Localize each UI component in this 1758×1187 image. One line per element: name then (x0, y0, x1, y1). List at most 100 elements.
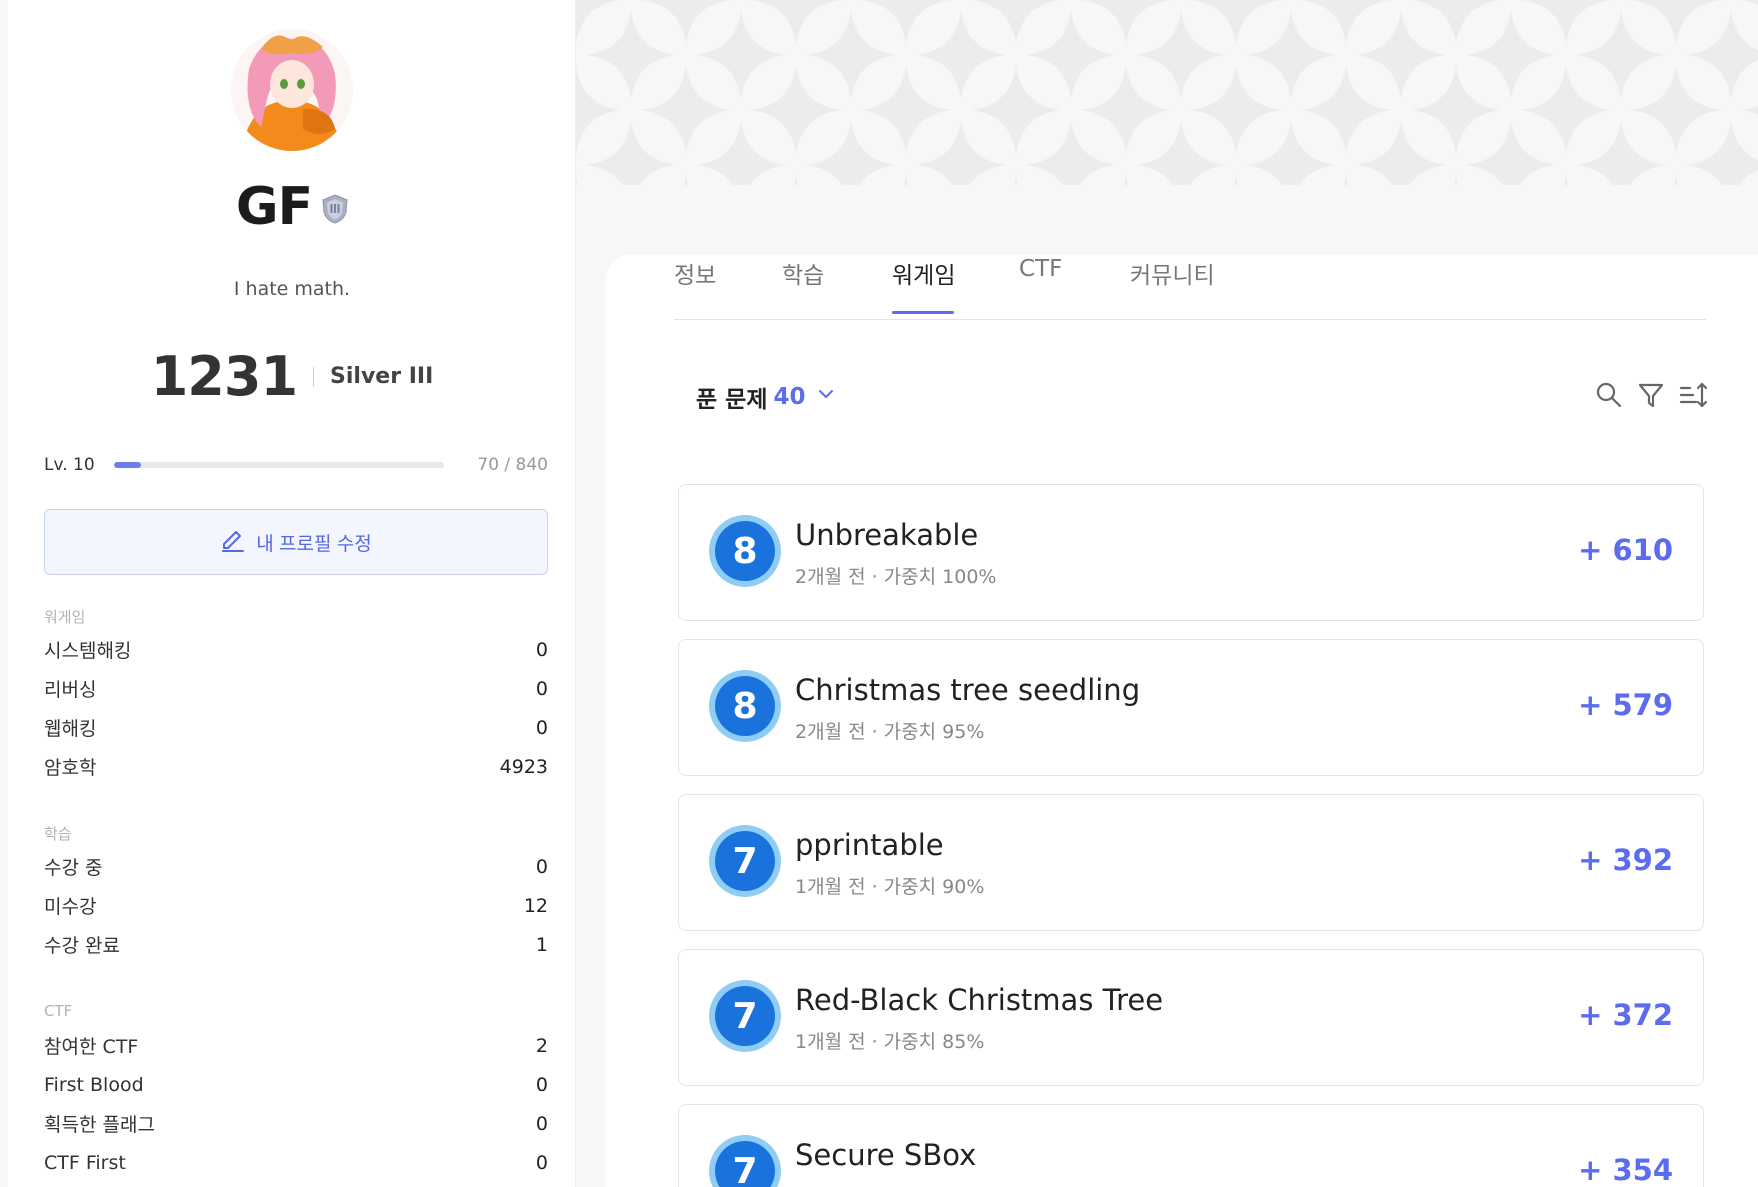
tab-wargame[interactable]: 워게임 (892, 256, 955, 290)
stat-value: 12 (523, 894, 548, 917)
shield-tier-icon (322, 186, 348, 228)
exp-progress-bar (114, 462, 444, 468)
stat-label: 참여한 CTF (44, 1036, 139, 1058)
problem-meta: 1개월 전 · 가중치 90% (795, 876, 985, 898)
stat-label: 리버싱 (44, 679, 97, 701)
stat-label: 획득한 플래그 (44, 1114, 155, 1136)
level-label: Lv. 10 (44, 455, 95, 475)
problem-title: Christmas tree seedling (795, 673, 1141, 707)
level-badge: 8 (709, 670, 781, 742)
stat-value: 4923 (499, 755, 548, 778)
problem-card[interactable]: 8 Christmas tree seedling 2개월 전 · 가중치 95… (678, 639, 1704, 776)
stat-row: 암호학 4923 (44, 747, 548, 786)
stat-value: 1 (535, 933, 548, 956)
level-number: 8 (715, 676, 775, 736)
exp-progress-fill (114, 462, 142, 468)
avatar (231, 29, 353, 151)
section-title: 워게임 (44, 608, 86, 626)
pencil-icon (220, 526, 246, 558)
stat-label: 웹해킹 (44, 718, 97, 740)
stat-value: 0 (535, 1073, 548, 1096)
stat-label: 수강 중 (44, 857, 103, 879)
stat-label: CTF First (44, 1151, 126, 1174)
problem-score: + 579 (1578, 688, 1673, 722)
profile-sidebar: GF I hate math. 1231 Silver III Lv. 10 7… (8, 0, 576, 1187)
rating-value: 1231 (150, 345, 298, 408)
problem-meta: 2개월 전 · 가중치 100% (795, 566, 997, 588)
tab-learning[interactable]: 학습 (782, 256, 824, 290)
problem-card[interactable]: 7 Secure SBox + 354 (678, 1104, 1704, 1187)
problem-score: + 392 (1578, 843, 1673, 877)
stat-row: 리버싱 0 (44, 669, 548, 708)
learning-stats: 학습 수강 중 0 미수강 12 수강 완료 1 (44, 823, 548, 964)
nickname: GF (235, 177, 313, 237)
stat-value: 2 (535, 1034, 548, 1057)
solved-count-dropdown[interactable]: 푼 문제 40 (696, 380, 836, 414)
filter-icon[interactable] (1636, 380, 1666, 414)
problem-meta: 1개월 전 · 가중치 85% (795, 1031, 985, 1053)
problem-meta: 2개월 전 · 가중치 95% (795, 721, 985, 743)
tab-info[interactable]: 정보 (674, 256, 716, 290)
edit-profile-button[interactable]: 내 프로필 수정 (44, 509, 548, 575)
problem-title: Unbreakable (795, 518, 979, 552)
ctf-stats: CTF 참여한 CTF 2 First Blood 0 획득한 플래그 0 CTF F… (44, 1002, 548, 1182)
stat-label: 암호학 (44, 757, 97, 779)
stat-row: 수강 완료 1 (44, 925, 548, 964)
stat-row: 수강 중 0 (44, 847, 548, 886)
section-title: CTF (44, 1002, 73, 1020)
stat-value: 0 (535, 716, 548, 739)
problem-score: + 610 (1578, 533, 1673, 567)
solved-label: 푼 문제 (696, 387, 768, 413)
level-number: 7 (715, 1141, 775, 1187)
problem-score: + 372 (1578, 998, 1673, 1032)
problem-card[interactable]: 7 pprintable 1개월 전 · 가중치 90% + 392 (678, 794, 1704, 931)
exp-text: 70 / 840 (477, 455, 548, 475)
level-badge: 7 (709, 825, 781, 897)
wargame-stats: 워게임 시스템해킹 0 리버싱 0 웹해킹 0 암호학 4923 (44, 606, 548, 786)
level-badge: 7 (709, 980, 781, 1052)
level-number: 8 (715, 521, 775, 581)
stat-value: 0 (535, 855, 548, 878)
chevron-down-icon (812, 384, 836, 410)
problem-title: pprintable (795, 828, 944, 862)
tab-community[interactable]: 커뮤니티 (1130, 256, 1215, 290)
header-background-pattern (576, 0, 1758, 185)
problem-card[interactable]: 7 Red-Black Christmas Tree 1개월 전 · 가중치 8… (678, 949, 1704, 1086)
tab-ctf[interactable]: CTF (1019, 256, 1062, 282)
list-toolbar (1594, 380, 1708, 414)
stat-label: 수강 완료 (44, 935, 120, 957)
problem-title: Secure SBox (795, 1138, 977, 1172)
stat-value: 0 (535, 677, 548, 700)
level-progress: Lv. 10 70 / 840 (44, 455, 548, 477)
stat-row: First Blood 0 (44, 1065, 548, 1104)
stat-label: 미수강 (44, 896, 97, 918)
stat-value: 0 (535, 638, 548, 661)
stat-row: 참여한 CTF 2 (44, 1026, 548, 1065)
stat-label: 시스템해킹 (44, 640, 132, 662)
stat-value: 0 (535, 1112, 548, 1135)
problem-title: Red-Black Christmas Tree (795, 983, 1164, 1017)
tier-name: Silver III (330, 364, 434, 389)
problem-card[interactable]: 8 Unbreakable 2개월 전 · 가중치 100% + 610 (678, 484, 1704, 621)
rating-row: 1231 Silver III (8, 345, 575, 408)
sort-icon[interactable] (1678, 380, 1708, 414)
profile-tabs: 정보 학습 워게임 CTF 커뮤니티 (674, 250, 1706, 320)
profile-bio: I hate math. (233, 278, 351, 300)
level-badge: 7 (709, 1135, 781, 1187)
level-number: 7 (715, 986, 775, 1046)
solved-count: 40 (773, 384, 806, 410)
stat-row: CTF First 0 (44, 1143, 548, 1182)
section-title: 학습 (44, 825, 72, 843)
level-number: 7 (715, 831, 775, 891)
level-badge: 8 (709, 515, 781, 587)
search-icon[interactable] (1594, 380, 1624, 414)
stat-row: 시스템해킹 0 (44, 630, 548, 669)
divider (313, 366, 315, 387)
stat-row: 미수강 12 (44, 886, 548, 925)
stat-value: 0 (535, 1151, 548, 1174)
stat-row: 획득한 플래그 0 (44, 1104, 548, 1143)
edit-profile-label: 내 프로필 수정 (256, 533, 372, 555)
active-tab-indicator (892, 311, 954, 314)
stat-label: First Blood (44, 1073, 144, 1096)
nickname-row: GF (8, 177, 575, 237)
